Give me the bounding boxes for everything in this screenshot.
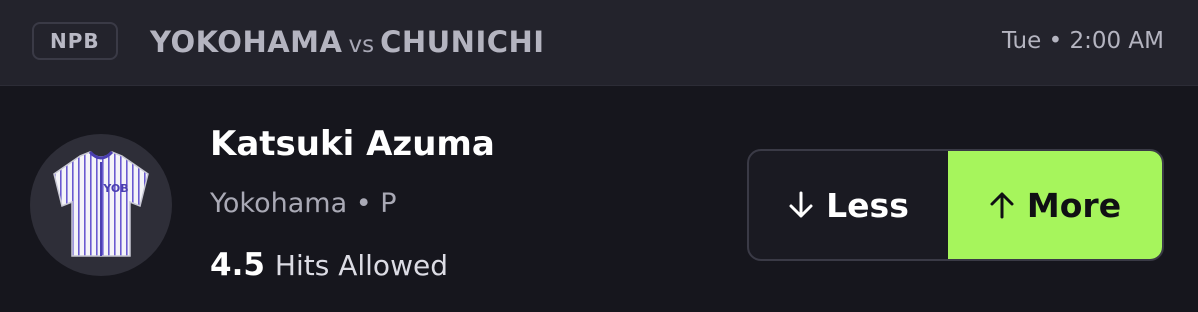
home-team-name: YOKOHAMA: [150, 25, 343, 59]
player-prop-card: YOB Katsuki Azuma Yokohama • P 4.5 Hits A…: [0, 87, 1198, 312]
more-label: More: [1026, 185, 1122, 225]
matchup-title: YOKOHAMA vs CHUNICHI: [150, 24, 545, 63]
player-avatar: YOB: [30, 134, 172, 276]
jersey-text: YOB: [102, 182, 128, 195]
less-label: Less: [826, 185, 909, 225]
line-value: 4.5: [210, 247, 265, 283]
less-button[interactable]: Less: [749, 151, 948, 259]
player-name: Katsuki Azuma: [210, 124, 495, 164]
stat-line: 4.5 Hits Allowed: [210, 245, 448, 290]
game-time: Tue • 2:00 AM: [1001, 28, 1164, 54]
game-header: NPB YOKOHAMA vs CHUNICHI Tue • 2:00 AM: [0, 0, 1198, 86]
away-team-name: CHUNICHI: [380, 25, 545, 59]
league-badge: NPB: [32, 22, 118, 60]
jersey-icon: YOB: [53, 150, 149, 257]
pick-toggle: Less More: [747, 149, 1164, 261]
stat-label: Hits Allowed: [274, 249, 448, 282]
vs-label: vs: [348, 32, 375, 58]
player-team-position: Yokohama • P: [210, 188, 397, 219]
arrow-down-icon: [788, 190, 814, 220]
arrow-up-icon: [989, 190, 1015, 220]
more-button[interactable]: More: [948, 151, 1162, 259]
